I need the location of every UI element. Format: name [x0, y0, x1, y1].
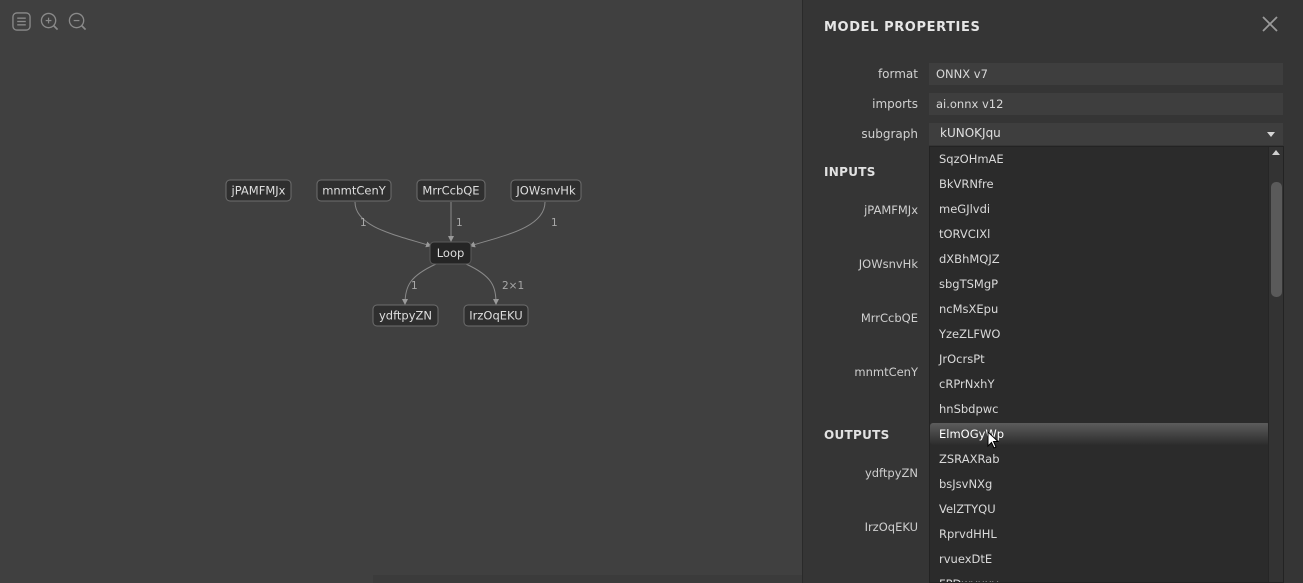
- dropdown-option[interactable]: VelZTYQU: [930, 497, 1270, 522]
- edge-loop-ydftpy: [402, 263, 437, 305]
- graph-node-output[interactable]: ydftpyZN: [372, 304, 439, 327]
- dropdown-option[interactable]: SqzOHmAE: [930, 147, 1270, 172]
- subgraph-select[interactable]: kUNOKJqu: [929, 123, 1283, 145]
- subgraph-selected-value: kUNOKJqu: [940, 126, 1001, 140]
- dropdown-option[interactable]: ncMsXEpu: [930, 297, 1270, 322]
- format-value: ONNX v7: [929, 63, 1283, 85]
- edge-label: 1: [551, 217, 558, 229]
- sidebar-title: MODEL PROPERTIES: [824, 20, 981, 35]
- toolbar: [12, 12, 87, 31]
- svg-text:MrrCcbQE: MrrCcbQE: [422, 184, 479, 198]
- output-name: IrzOqEKU: [864, 520, 918, 534]
- dropdown-option[interactable]: dXBhMQJZ: [930, 247, 1270, 272]
- input-name: jPAMFMJx: [864, 203, 918, 217]
- chevron-down-icon: [1267, 132, 1275, 137]
- edge-label: 1: [456, 217, 463, 229]
- svg-text:ydftpyZN: ydftpyZN: [379, 309, 432, 323]
- input-name: MrrCcbQE: [860, 311, 918, 325]
- dropdown-options: SqzOHmAE BkVRNfre meGJlvdi tORVCIXl dXBh…: [930, 147, 1270, 582]
- dropdown-option[interactable]: meGJlvdi: [930, 197, 1270, 222]
- close-icon[interactable]: [1261, 15, 1279, 33]
- dropdown-option[interactable]: bsJsvNXg: [930, 472, 1270, 497]
- dropdown-option[interactable]: tORVCIXl: [930, 222, 1270, 247]
- svg-text:mnmtCenY: mnmtCenY: [322, 184, 387, 198]
- inputs-header: INPUTS: [824, 165, 876, 179]
- edge-label: 1: [411, 280, 418, 292]
- dropdown-option[interactable]: sbgTSMgP: [930, 272, 1270, 297]
- graph-node-input[interactable]: JOWsnvHk: [510, 179, 582, 202]
- dropdown-option[interactable]: YzeZLFWO: [930, 322, 1270, 347]
- graph-node-output[interactable]: IrzOqEKU: [463, 304, 529, 327]
- dropdown-option[interactable]: hnSbdpwc: [930, 397, 1270, 422]
- outputs-header: OUTPUTS: [824, 428, 890, 442]
- dropdown-option[interactable]: JrOcrsPt: [930, 347, 1270, 372]
- dropdown-option-highlighted[interactable]: ElmOGyWp: [930, 423, 1270, 445]
- graph-node-input[interactable]: jPAMFMJx: [225, 179, 292, 202]
- input-name: JOWsnvHk: [858, 257, 918, 271]
- imports-label: imports: [872, 97, 918, 111]
- graph-canvas[interactable]: 1 1 1 1 2×1 jPAMFMJx mnmtCenY MrrCcbQE J…: [0, 0, 802, 583]
- scrollbar-thumb[interactable]: [1271, 182, 1282, 297]
- svg-text:JOWsnvHk: JOWsnvHk: [515, 184, 576, 198]
- dropdown-option[interactable]: FPDwyuxy: [930, 572, 1270, 582]
- zoom-out-icon[interactable]: [68, 12, 87, 31]
- imports-value: ai.onnx v12: [929, 93, 1283, 115]
- scroll-up-icon[interactable]: [1272, 150, 1280, 155]
- edge-jowsnv-loop: [469, 201, 546, 248]
- graph-node-loop[interactable]: Loop: [429, 241, 472, 265]
- svg-text:Loop: Loop: [437, 246, 465, 260]
- subgraph-dropdown-list[interactable]: SqzOHmAE BkVRNfre meGJlvdi tORVCIXl dXBh…: [929, 146, 1284, 583]
- graph-node-input[interactable]: mnmtCenY: [316, 179, 392, 202]
- input-name: mnmtCenY: [854, 365, 918, 379]
- dropdown-option[interactable]: rvuexDtE: [930, 547, 1270, 572]
- dropdown-option[interactable]: ZSRAXRab: [930, 447, 1270, 472]
- format-label: format: [877, 67, 918, 81]
- svg-text:jPAMFMJx: jPAMFMJx: [231, 184, 286, 198]
- dropdown-option[interactable]: cRPrNxhY: [930, 372, 1270, 397]
- dropdown-option[interactable]: BkVRNfre: [930, 172, 1270, 197]
- edge-label: 1: [360, 217, 367, 229]
- dropdown-option[interactable]: RprvdHHL: [930, 522, 1270, 547]
- edge-loop-irzoq: [465, 263, 499, 305]
- graph-node-input[interactable]: MrrCcbQE: [416, 179, 486, 202]
- zoom-in-icon[interactable]: [40, 12, 59, 31]
- svg-text:IrzOqEKU: IrzOqEKU: [469, 309, 522, 323]
- model-properties-sidebar: MODEL PROPERTIES format ONNX v7 imports …: [802, 0, 1303, 583]
- sidebar-icon[interactable]: [12, 12, 31, 31]
- mouse-pointer-icon: [987, 431, 999, 449]
- dropdown-scrollbar[interactable]: [1268, 147, 1283, 582]
- output-name: ydftpyZN: [864, 466, 918, 480]
- canvas-scroll-strip: [373, 575, 802, 583]
- edge-label: 2×1: [502, 280, 524, 292]
- subgraph-label: subgraph: [861, 127, 918, 141]
